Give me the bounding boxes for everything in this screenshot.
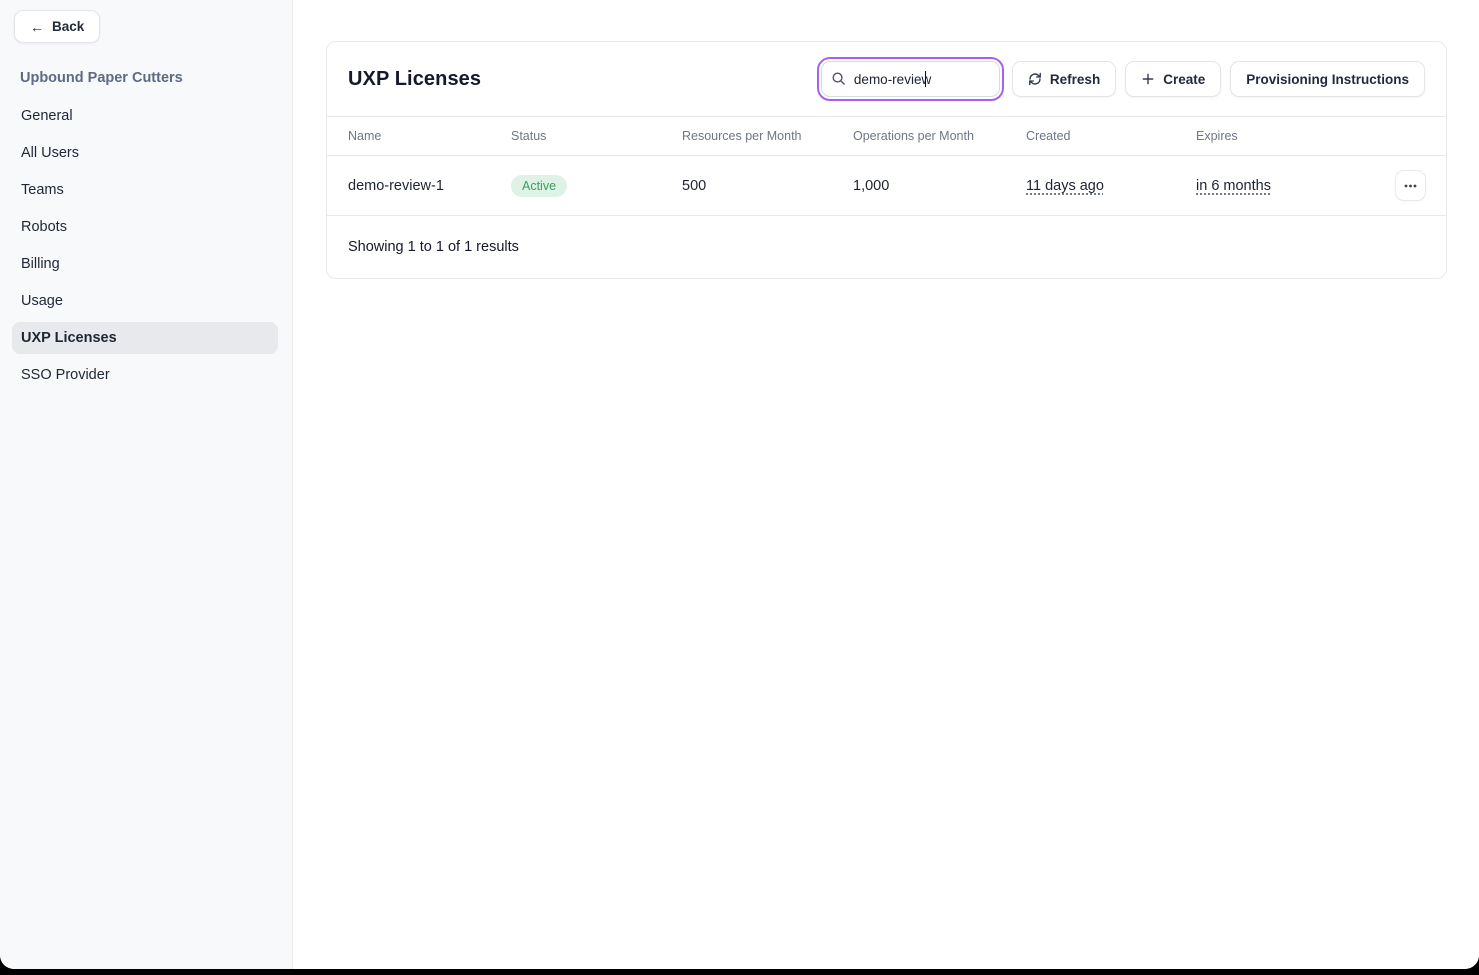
sidebar-item-all-users[interactable]: All Users: [12, 137, 278, 169]
expires-value[interactable]: in 6 months: [1196, 178, 1271, 194]
column-header-name: Name: [348, 129, 511, 143]
created-cell: 11 days ago: [1026, 178, 1196, 194]
sidebar-item-usage[interactable]: Usage: [12, 285, 278, 317]
ellipsis-icon: [1404, 184, 1417, 188]
refresh-button[interactable]: Refresh: [1012, 61, 1116, 97]
column-header-expires: Expires: [1196, 129, 1395, 143]
refresh-icon: [1028, 72, 1042, 86]
plus-icon: [1141, 72, 1155, 86]
operations-per-month-value: 1,000: [853, 178, 1026, 194]
results-summary: Showing 1 to 1 of 1 results: [327, 216, 1446, 278]
text-caret: [925, 71, 927, 87]
status-cell: Active: [511, 175, 682, 197]
column-header-created: Created: [1026, 129, 1196, 143]
row-actions-button[interactable]: [1395, 170, 1426, 201]
table-header-row: Name Status Resources per Month Operatio…: [327, 117, 1446, 156]
main-content: UXP Licenses Refresh: [293, 0, 1479, 969]
card-header: UXP Licenses Refresh: [327, 42, 1446, 117]
sidebar-item-sso-provider[interactable]: SSO Provider: [12, 359, 278, 391]
search-field-wrap: [821, 61, 1000, 97]
settings-sidebar: ← Back Upbound Paper Cutters General All…: [0, 0, 293, 969]
provisioning-instructions-label: Provisioning Instructions: [1246, 72, 1409, 87]
app-window: ← Back Upbound Paper Cutters General All…: [0, 0, 1479, 969]
sidebar-item-general[interactable]: General: [12, 100, 278, 132]
column-header-status: Status: [511, 129, 682, 143]
expires-cell: in 6 months: [1196, 178, 1395, 194]
created-value[interactable]: 11 days ago: [1026, 178, 1104, 194]
table-row: demo-review-1 Active 500 1,000 11 days a…: [327, 156, 1446, 216]
search-icon: [831, 71, 846, 91]
create-button[interactable]: Create: [1125, 61, 1221, 97]
sidebar-nav: General All Users Teams Robots Billing U…: [12, 100, 278, 396]
back-button-label: Back: [52, 19, 84, 34]
uxp-licenses-card: UXP Licenses Refresh: [326, 41, 1447, 279]
page-title: UXP Licenses: [348, 68, 481, 91]
org-name-heading: Upbound Paper Cutters: [20, 70, 183, 86]
license-name: demo-review-1: [348, 178, 511, 194]
status-badge: Active: [511, 175, 567, 197]
toolbar: Refresh Create Provisioning Instructions: [821, 61, 1425, 97]
back-button[interactable]: ← Back: [14, 10, 100, 43]
sidebar-item-teams[interactable]: Teams: [12, 174, 278, 206]
sidebar-item-uxp-licenses[interactable]: UXP Licenses: [12, 322, 278, 354]
refresh-button-label: Refresh: [1050, 72, 1100, 87]
create-button-label: Create: [1163, 72, 1205, 87]
provisioning-instructions-button[interactable]: Provisioning Instructions: [1230, 61, 1425, 97]
resources-per-month-value: 500: [682, 178, 853, 194]
column-header-operations: Operations per Month: [853, 129, 1026, 143]
column-header-resources: Resources per Month: [682, 129, 853, 143]
back-arrow-icon: ←: [30, 20, 44, 34]
sidebar-item-robots[interactable]: Robots: [12, 211, 278, 243]
sidebar-item-billing[interactable]: Billing: [12, 248, 278, 280]
search-input[interactable]: [821, 61, 1000, 97]
